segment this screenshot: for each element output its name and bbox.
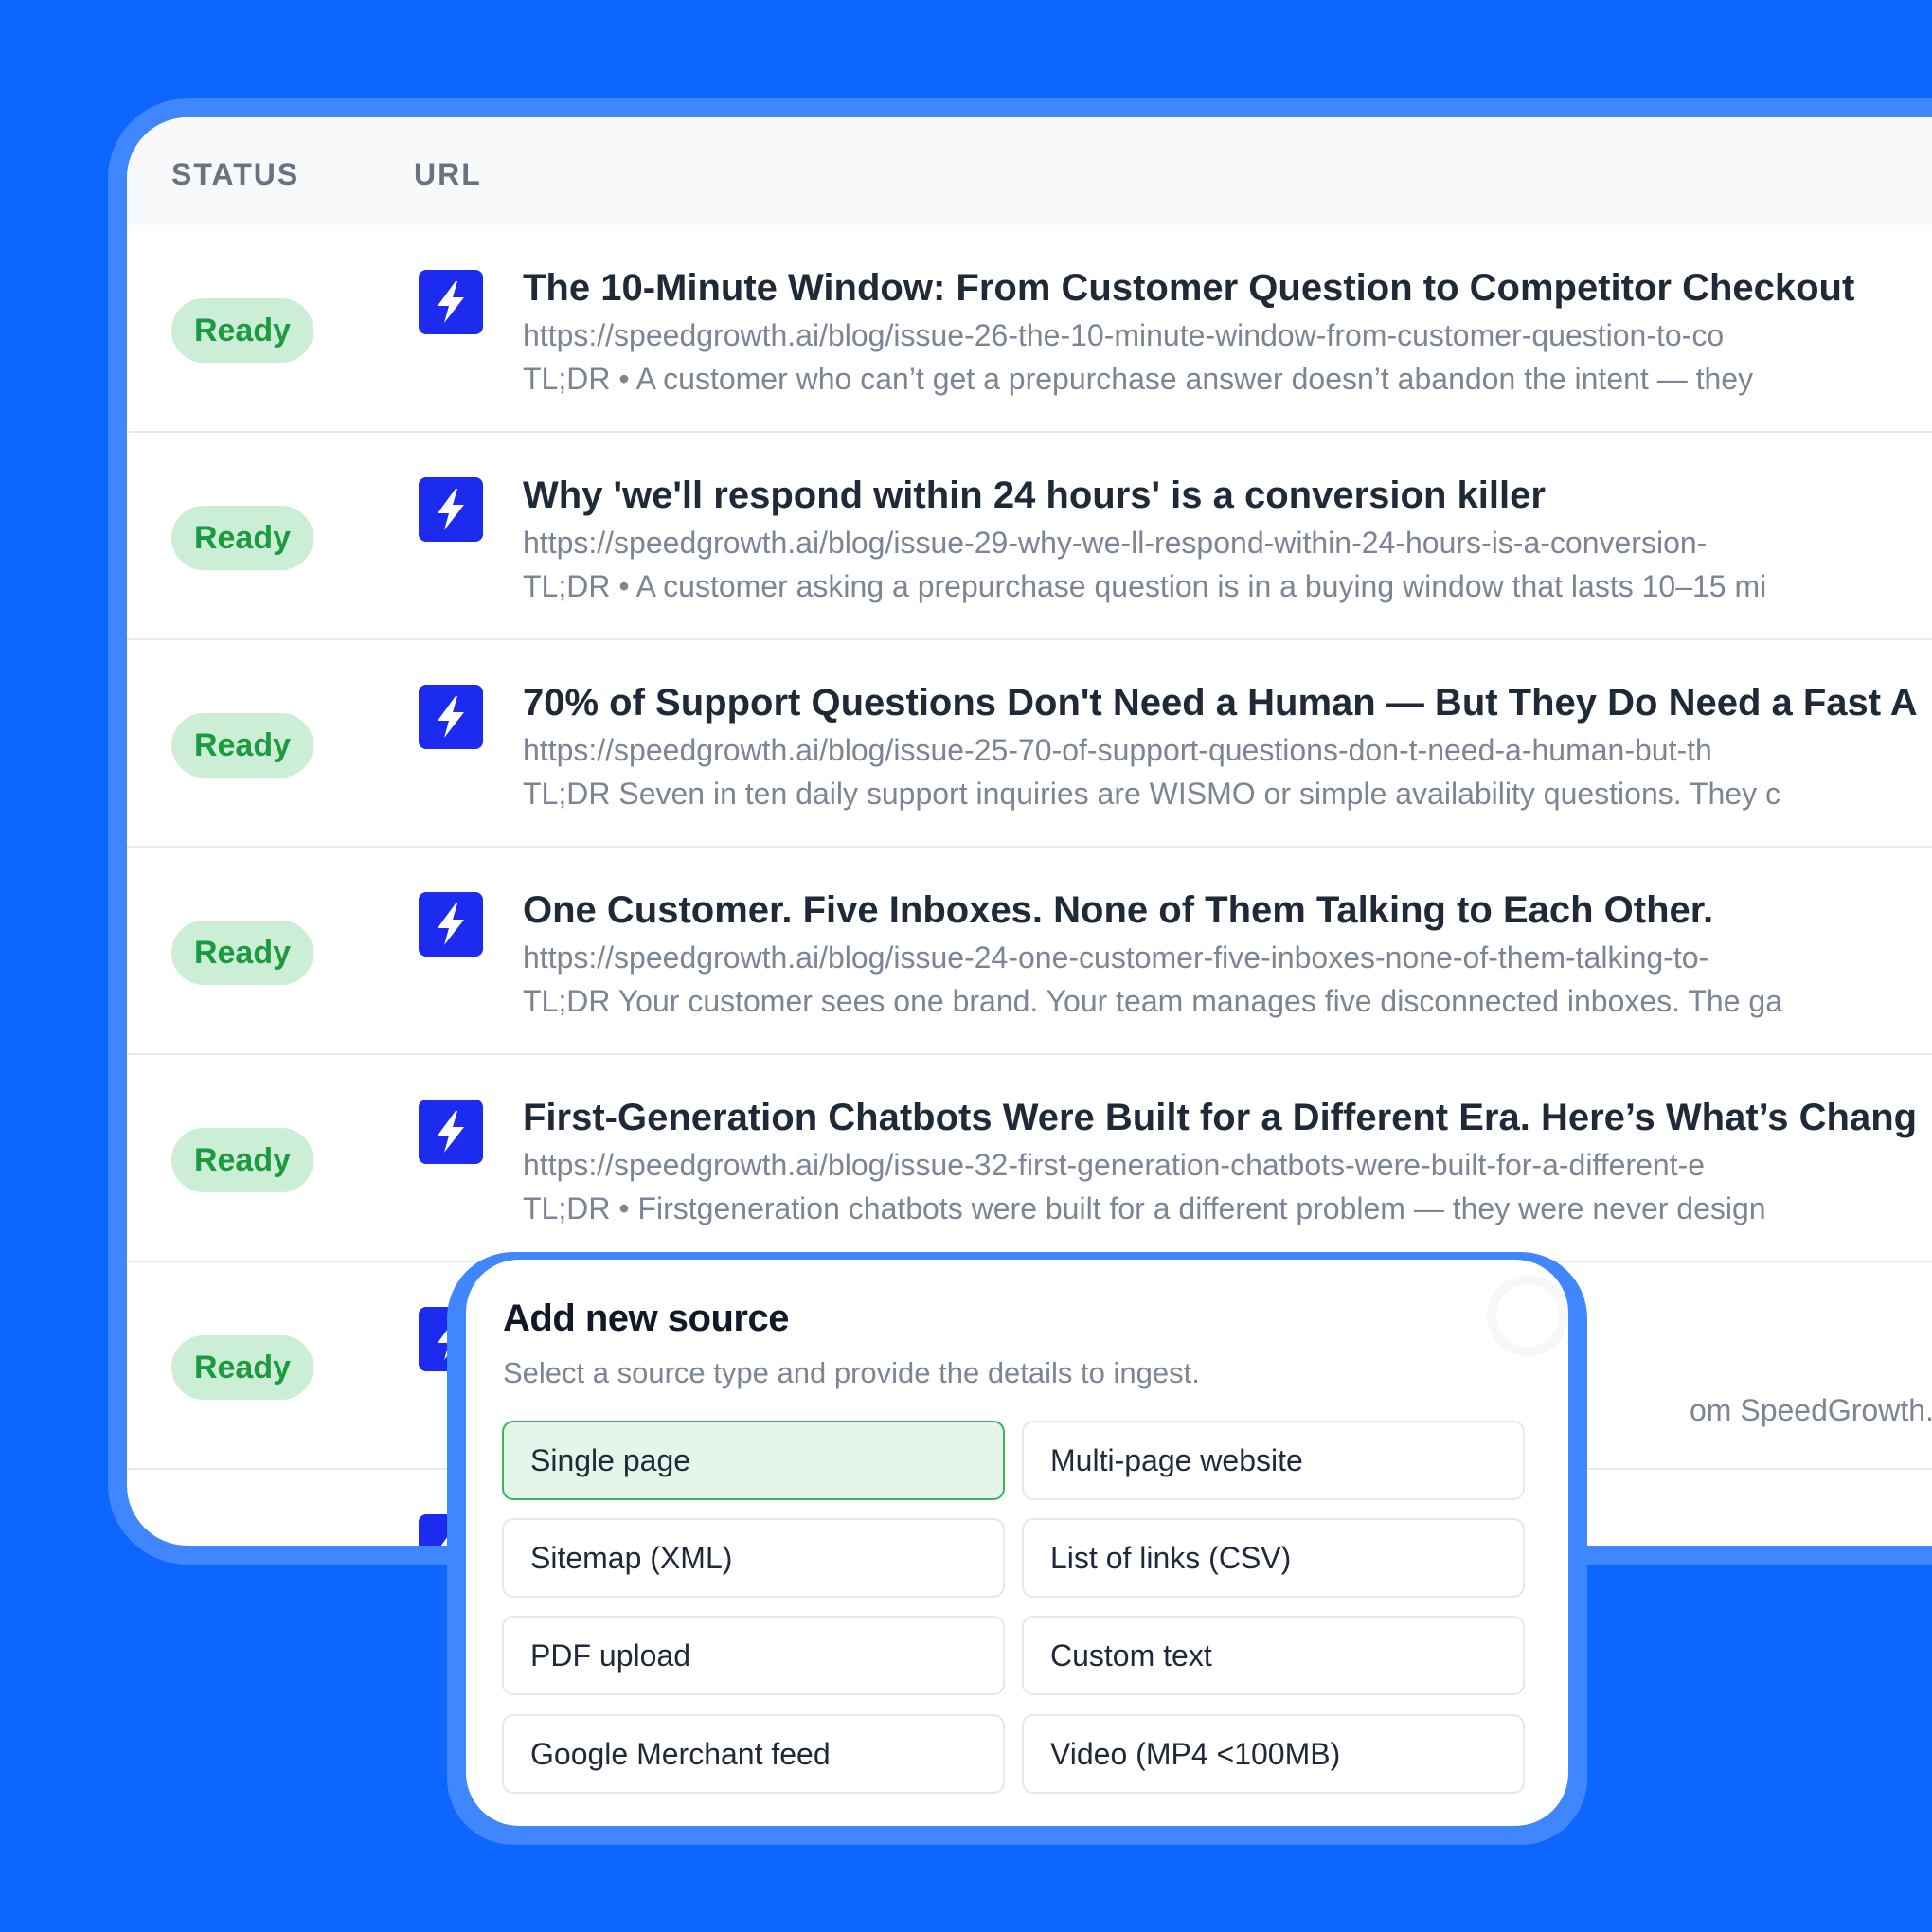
row-title[interactable]: First-Generation Chatbots Were Built for… xyxy=(523,1097,1917,1139)
status-badge: Ready xyxy=(171,1128,313,1192)
option-google-merchant-feed[interactable]: Google Merchant feed xyxy=(502,1714,1005,1794)
add-source-dialog: Add new source Select a source type and … xyxy=(466,1260,1568,1826)
row-title[interactable]: One Customer. Five Inboxes. None of Them… xyxy=(523,889,1713,932)
option-video-mp4[interactable]: Video (MP4 <100MB) xyxy=(1022,1714,1525,1794)
row-url[interactable]: https://speedgrowth.ai/blog/issue-25-70-… xyxy=(523,733,1712,768)
row-summary: om SpeedGrowth. xyxy=(1690,1393,1932,1427)
option-custom-text[interactable]: Custom text xyxy=(1022,1616,1525,1695)
status-badge: Ready xyxy=(171,1335,313,1400)
row-summary: TL;DR • A customer who can’t get a prepu… xyxy=(523,362,1754,396)
table-row[interactable]: Ready First-Generation Chatbots Were Bui… xyxy=(127,1055,1932,1262)
option-multi-page-website[interactable]: Multi-page website xyxy=(1022,1421,1525,1500)
lightning-bolt-icon xyxy=(419,477,483,542)
row-title[interactable]: 70% of Support Questions Don't Need a Hu… xyxy=(523,682,1918,724)
row-summary: TL;DR • A customer asking a prepurchase … xyxy=(523,569,1767,603)
status-badge: Ready xyxy=(171,506,313,570)
table-row[interactable]: Ready One Customer. Five Inboxes. None o… xyxy=(127,848,1932,1055)
row-url[interactable]: https://speedgrowth.ai/blog/issue-26-the… xyxy=(523,318,1724,353)
row-url[interactable]: https://speedgrowth.ai/blog/issue-29-why… xyxy=(523,526,1707,561)
dialog-subtitle: Select a source type and provide the det… xyxy=(503,1356,1200,1389)
row-summary: TL;DR Your customer sees one brand. Your… xyxy=(523,984,1782,1018)
row-summary: TL;DR Seven in ten daily support inquiri… xyxy=(523,777,1780,811)
option-sitemap-xml[interactable]: Sitemap (XML) xyxy=(502,1518,1005,1598)
table-row[interactable]: Ready 70% of Support Questions Don't Nee… xyxy=(127,640,1932,848)
close-button[interactable] xyxy=(1487,1275,1568,1356)
screen: STATUS URL Ready The 10-Minute Window: F… xyxy=(0,0,1932,1932)
lightning-bolt-icon xyxy=(419,892,483,957)
row-title[interactable]: The 10-Minute Window: From Customer Ques… xyxy=(523,267,1854,310)
status-badge: Ready xyxy=(171,921,313,985)
option-pdf-upload[interactable]: PDF upload xyxy=(502,1616,1005,1695)
row-url[interactable]: https://speedgrowth.ai/blog/issue-32-fir… xyxy=(523,1148,1705,1183)
table-header: STATUS URL xyxy=(127,117,1932,225)
column-header-status[interactable]: STATUS xyxy=(171,157,299,192)
table-row[interactable]: Ready The 10-Minute Window: From Custome… xyxy=(127,225,1932,433)
add-source-dialog-frame: Add new source Select a source type and … xyxy=(447,1252,1587,1845)
lightning-bolt-icon xyxy=(419,1100,483,1164)
status-badge: Ready xyxy=(171,713,313,778)
option-list-of-links-csv[interactable]: List of links (CSV) xyxy=(1022,1518,1525,1598)
row-url[interactable]: https://speedgrowth.ai/blog/issue-24-one… xyxy=(523,940,1708,975)
dialog-title: Add new source xyxy=(503,1297,789,1339)
status-badge: Ready xyxy=(171,298,313,363)
lightning-bolt-icon xyxy=(419,270,483,334)
table-row[interactable]: Ready Why 'we'll respond within 24 hours… xyxy=(127,433,1932,640)
lightning-bolt-icon xyxy=(419,685,483,749)
row-summary: TL;DR • Firstgeneration chatbots were bu… xyxy=(523,1191,1766,1225)
column-header-url[interactable]: URL xyxy=(414,157,482,192)
row-title[interactable]: Why 'we'll respond within 24 hours' is a… xyxy=(523,474,1546,517)
option-single-page[interactable]: Single page xyxy=(502,1421,1005,1500)
